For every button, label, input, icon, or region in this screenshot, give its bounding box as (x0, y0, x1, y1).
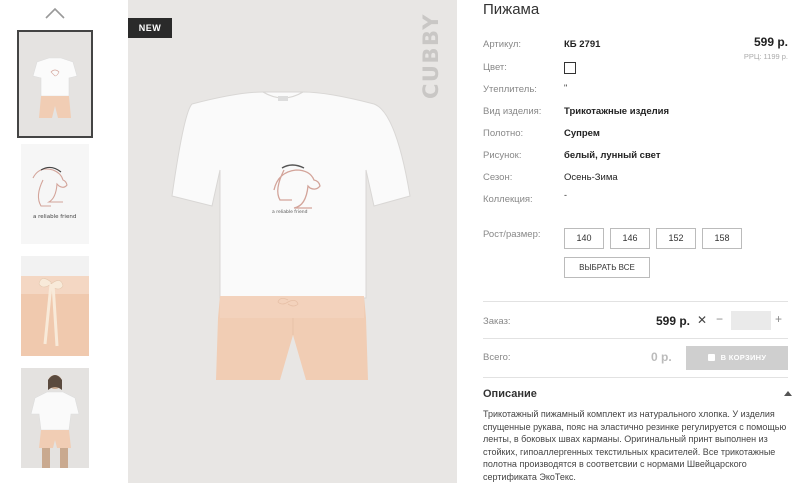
value-season: Осень-Зима (564, 172, 618, 183)
divider (483, 338, 788, 339)
new-badge: NEW (128, 18, 172, 38)
color-swatch-white[interactable] (564, 62, 576, 74)
select-all-sizes-button[interactable]: ВЫБРАТЬ ВСЕ (564, 257, 650, 278)
size-button-140[interactable]: 140 (564, 228, 604, 249)
product-title: Пижама (483, 1, 540, 18)
size-button-146[interactable]: 146 (610, 228, 650, 249)
label-size: Рост/размер: (483, 229, 541, 240)
description-title[interactable]: Описание (483, 388, 537, 400)
label-season: Сезон: (483, 172, 513, 183)
add-to-cart-button[interactable]: В КОРЗИНУ (686, 346, 788, 370)
brand-logo: CUBBY (419, 12, 444, 100)
caret-up-icon[interactable] (784, 391, 792, 396)
thumbnail-strip: a reliable friend (17, 0, 93, 483)
value-fabric: Супрем (564, 128, 600, 139)
label-color: Цвет: (483, 62, 507, 73)
cart-icon (707, 354, 715, 361)
thumbnail-1-pajama-set[interactable] (17, 30, 93, 138)
order-label: Заказ: (483, 316, 511, 327)
thumbnail-2-print-detail[interactable]: a reliable friend (21, 144, 89, 244)
total-label: Всего: (483, 352, 511, 363)
thumbnail-3-waistband-detail[interactable] (21, 256, 89, 356)
label-insulation: Утеплитель: (483, 84, 537, 95)
thumbnail-4-model-photo[interactable] (21, 368, 89, 468)
description-text: Трикотажный пижамный комплект из натурал… (483, 409, 787, 482)
divider (483, 301, 788, 302)
chevron-up-icon[interactable] (44, 6, 66, 20)
value-collection: - (564, 190, 567, 200)
divider (483, 377, 788, 378)
label-fabric: Полотно: (483, 128, 524, 139)
label-product-type: Вид изделия: (483, 106, 542, 117)
clear-order-icon[interactable]: ✕ (697, 313, 707, 327)
quantity-increase-button[interactable]: + (775, 312, 782, 326)
svg-text:a reliable friend: a reliable friend (33, 214, 76, 220)
add-to-cart-label: В КОРЗИНУ (720, 353, 767, 362)
value-article: КБ 2791 (564, 39, 601, 50)
total-value: 0 р. (651, 350, 672, 364)
value-product-type: Трикотажные изделия (564, 106, 670, 117)
recommended-price: РРЦ: 1199 р. (743, 52, 788, 61)
product-price: 599 р. (753, 35, 788, 49)
label-article: Артикул: (483, 39, 522, 50)
label-pattern: Рисунок: (483, 150, 522, 161)
print-text: a reliable friend (272, 209, 308, 215)
order-price: 599 р. (656, 314, 691, 328)
main-product-image[interactable]: a reliable friend (128, 0, 457, 483)
size-button-152[interactable]: 152 (656, 228, 696, 249)
size-button-158[interactable]: 158 (702, 228, 742, 249)
value-pattern: белый, лунный свет (564, 150, 661, 161)
quantity-input[interactable] (731, 311, 771, 330)
quantity-decrease-button[interactable]: − (716, 312, 723, 326)
label-collection: Коллекция: (483, 194, 533, 205)
value-insulation: " (564, 83, 568, 93)
